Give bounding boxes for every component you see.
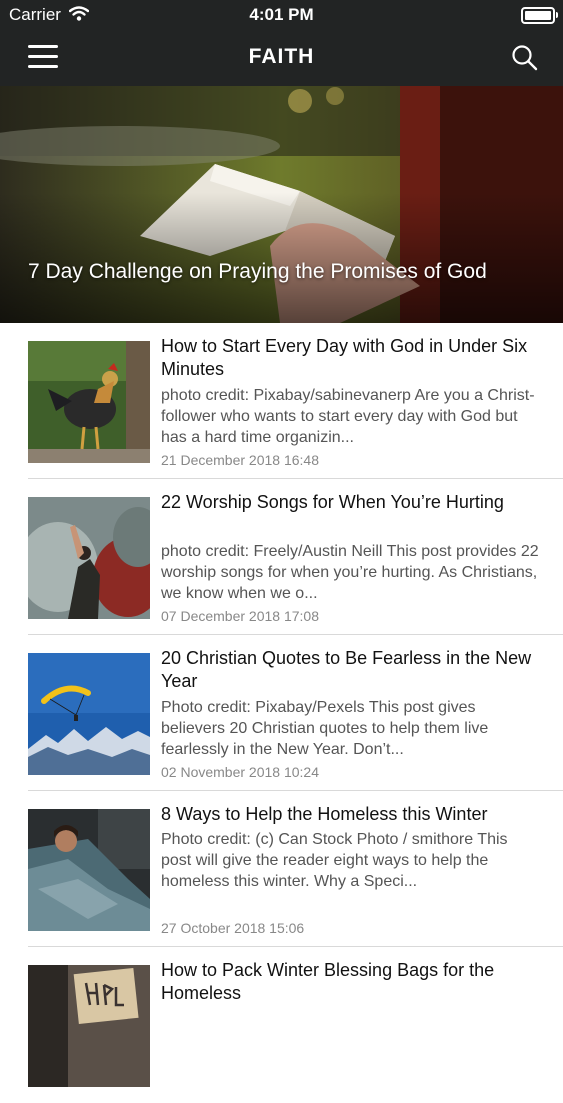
article-date: 02 November 2018 10:24 [161, 764, 319, 780]
article-thumbnail [28, 965, 150, 1087]
article-title: 22 Worship Songs for When You’re Hurting [161, 492, 504, 512]
article-thumbnail [28, 809, 150, 931]
article-item[interactable]: 22 Worship Songs for When You’re Hurting… [0, 479, 563, 635]
article-item[interactable]: 8 Ways to Help the Homeless this Winter … [0, 791, 563, 947]
search-icon[interactable] [510, 43, 540, 73]
status-bar: Carrier 4:01 PM [0, 0, 563, 30]
article-excerpt: photo credit: Pixabay/sabinevanerp Are y… [161, 387, 535, 446]
page-title: FAITH [248, 45, 315, 68]
article-thumbnail [28, 653, 150, 775]
article-title: How to Pack Winter Blessing Bags for the… [161, 960, 495, 1003]
article-list: How to Start Every Day with God in Under… [0, 323, 563, 1103]
article-date: 07 December 2018 17:08 [161, 608, 319, 624]
article-thumbnail [28, 341, 150, 463]
featured-article-title: 7 Day Challenge on Praying the Promises … [28, 260, 487, 283]
status-time: 4:01 PM [249, 5, 314, 24]
article-title: 8 Ways to Help the Homeless this Winter [161, 804, 488, 824]
battery-icon [521, 7, 558, 24]
article-thumbnail [28, 497, 150, 619]
article-item[interactable]: 20 Christian Quotes to Be Fearless in th… [0, 635, 563, 791]
article-date: 21 December 2018 16:48 [161, 452, 319, 468]
top-bar: Carrier 4:01 PM FAITH [0, 0, 563, 86]
article-title: 20 Christian Quotes to Be Fearless in th… [161, 648, 532, 691]
article-excerpt: Photo credit: Pixabay/Pexels This post g… [161, 699, 489, 758]
article-excerpt: photo credit: Freely/Austin Neill This p… [161, 543, 539, 602]
featured-article-image [0, 86, 563, 323]
article-excerpt: Photo credit: (c) Can Stock Photo / smit… [161, 831, 508, 890]
article-title: How to Start Every Day with God in Under… [161, 336, 528, 379]
article-date: 27 October 2018 15:06 [161, 920, 305, 936]
article-item[interactable]: How to Pack Winter Blessing Bags for the… [0, 947, 563, 1103]
article-item[interactable]: How to Start Every Day with God in Under… [0, 323, 563, 479]
featured-article[interactable]: 7 Day Challenge on Praying the Promises … [0, 86, 563, 323]
